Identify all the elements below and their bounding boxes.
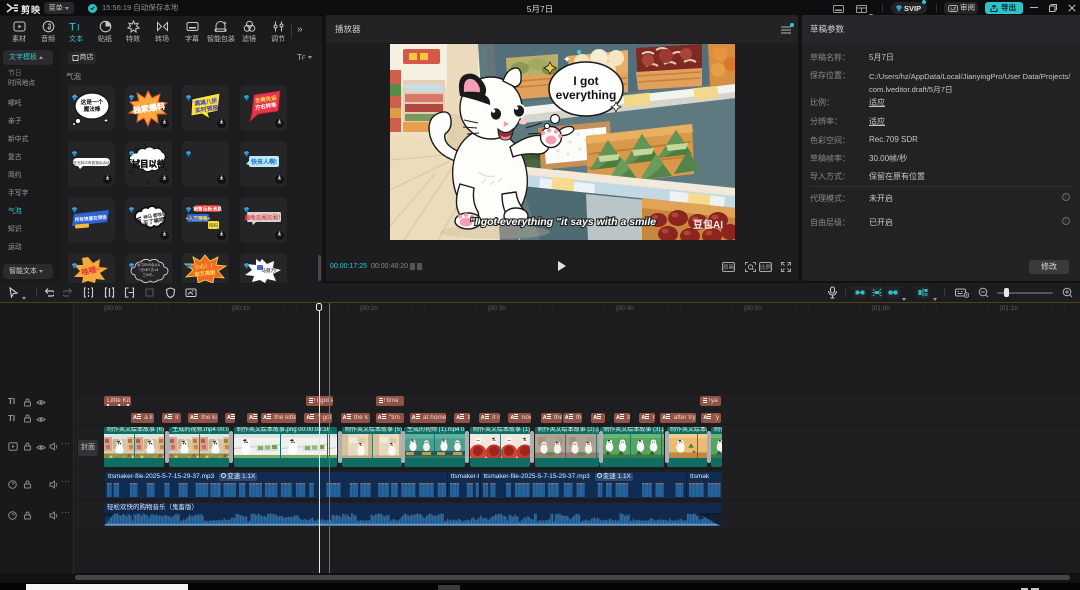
svg-text:私习SNS全从A: 私习SNS全从A xyxy=(137,262,161,267)
svg-text:销售巨新消息: 销售巨新消息 xyxy=(193,206,222,213)
svg-text:"I got everything "it says wit: "I got everything "it says with a smile xyxy=(470,216,656,228)
svg-text:I: I xyxy=(77,23,80,33)
svg-text:快来人啊!: 快来人啊! xyxy=(250,158,277,166)
svg-text:比例: 比例 xyxy=(760,263,772,271)
svg-text:留在无料中有夏落似活动！: 留在无料中有夏落似活动！ xyxy=(69,160,112,165)
svg-text:I got: I got xyxy=(573,74,598,88)
svg-text:T: T xyxy=(69,22,76,34)
svg-text:7天NET办-M: 7天NET办-M xyxy=(138,267,158,272)
svg-text:三M平--: 三M平-- xyxy=(142,273,154,277)
svg-text:原画: 原画 xyxy=(723,264,734,271)
svg-text:遍地见闻见闻！: 遍地见闻见闻！ xyxy=(243,214,283,222)
svg-text:魔法棒: 魔法棒 xyxy=(82,105,100,113)
svg-text:这是一个: 这是一个 xyxy=(80,98,103,106)
svg-text:+人万預嗚+: +人万預嗚+ xyxy=(186,215,211,222)
svg-text:everything: everything xyxy=(556,88,617,102)
svg-text:吗吗: 吗吗 xyxy=(209,222,219,229)
svg-text:拭目以待: 拭目以待 xyxy=(131,159,165,169)
svg-text:马努力!: 马努力! xyxy=(261,267,277,274)
svg-text:豆包AI: 豆包AI xyxy=(693,218,723,231)
